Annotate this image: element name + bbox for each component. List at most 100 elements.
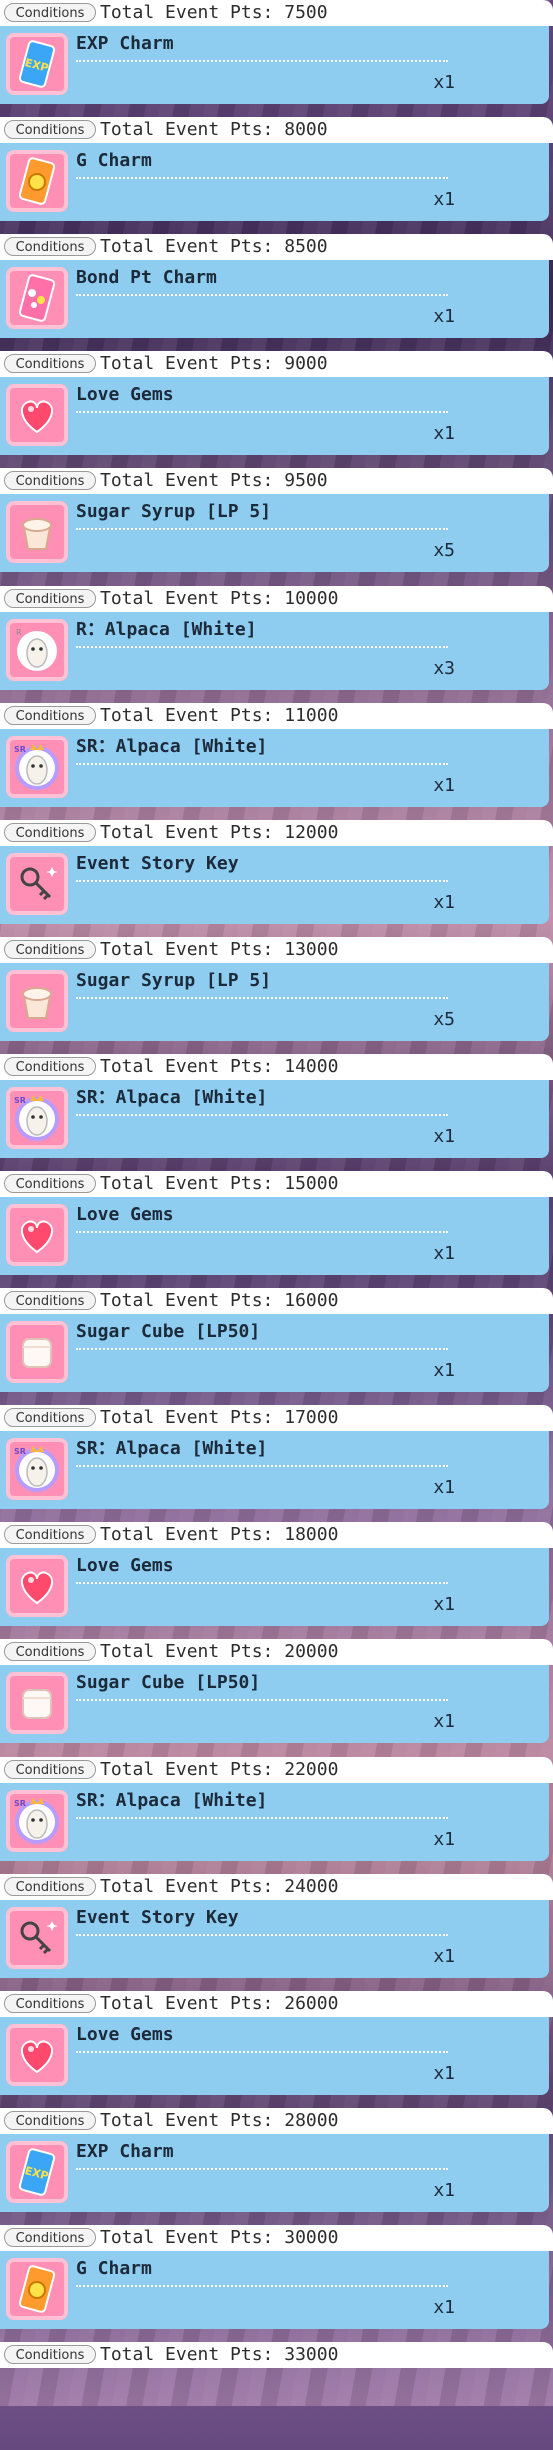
- reward-body: R R：Alpaca [White] x3: [0, 612, 549, 690]
- dotted-divider: [76, 411, 448, 413]
- reward-body: SR SR：Alpaca [White] x1: [0, 1431, 549, 1509]
- reward-quantity: x1: [433, 306, 455, 327]
- conditions-badge: Conditions: [4, 2111, 96, 2130]
- reward-row[interactable]: Conditions Total Event Pts: 10000 R R：Alpac…: [0, 586, 553, 694]
- conditions-badge: Conditions: [4, 120, 96, 139]
- conditions-badge: Conditions: [4, 1057, 96, 1076]
- reward-row[interactable]: Conditions Total Event Pts: 9000 Love Gems…: [0, 351, 553, 459]
- conditions-badge: Conditions: [4, 471, 96, 490]
- reward-item-name: Love Gems: [76, 2024, 174, 2045]
- reward-condition-header: Conditions Total Event Pts: 11000: [0, 703, 553, 729]
- reward-condition-header: Conditions Total Event Pts: 9500: [0, 468, 553, 494]
- reward-row[interactable]: Conditions Total Event Pts: 30000 G Charm x…: [0, 2225, 553, 2333]
- reward-body: EXP EXP Charm x1: [0, 26, 549, 104]
- reward-row[interactable]: Conditions Total Event Pts: 24000 Event St…: [0, 1874, 553, 1982]
- reward-row[interactable]: Conditions Total Event Pts: 9500 Sugar Syr…: [0, 468, 553, 576]
- reward-row[interactable]: Conditions Total Event Pts: 14000 SR SR：Alp…: [0, 1054, 553, 1162]
- reward-body: Sugar Syrup [LP 5] x5: [0, 963, 549, 1041]
- reward-quantity: x1: [433, 1946, 455, 1967]
- dotted-divider: [76, 2168, 448, 2170]
- condition-text: Total Event Pts: 8500: [100, 236, 328, 257]
- svg-text:SR: SR: [14, 1799, 26, 1808]
- conditions-badge: Conditions: [4, 1994, 96, 2013]
- reward-body: Love Gems x1: [0, 377, 549, 455]
- reward-quantity: x1: [433, 72, 455, 93]
- story-key-icon[interactable]: [6, 1907, 68, 1969]
- reward-row[interactable]: Conditions Total Event Pts: 17000 SR SR：Alp…: [0, 1405, 553, 1513]
- sugar-cube-icon[interactable]: [6, 1672, 68, 1734]
- reward-quantity: x1: [433, 2063, 455, 2084]
- g-charm-icon[interactable]: [6, 150, 68, 212]
- reward-body: SR SR：Alpaca [White] x1: [0, 729, 549, 807]
- conditions-badge: Conditions: [4, 823, 96, 842]
- love-gem-icon[interactable]: [6, 1555, 68, 1617]
- reward-condition-header: Conditions Total Event Pts: 24000: [0, 1874, 553, 1900]
- bond-charm-icon[interactable]: [6, 267, 68, 329]
- reward-row[interactable]: Conditions Total Event Pts: 22000 SR SR：Alp…: [0, 1757, 553, 1865]
- alpaca-sr-icon[interactable]: SR: [6, 1790, 68, 1852]
- reward-row[interactable]: Conditions Total Event Pts: 11000 SR SR：Alp…: [0, 703, 553, 811]
- condition-text: Total Event Pts: 28000: [100, 2110, 339, 2131]
- reward-condition-header: Conditions Total Event Pts: 28000: [0, 2108, 553, 2134]
- condition-text: Total Event Pts: 11000: [100, 705, 339, 726]
- condition-text: Total Event Pts: 9500: [100, 470, 328, 491]
- reward-condition-header: Conditions Total Event Pts: 26000: [0, 1991, 553, 2017]
- reward-row[interactable]: Conditions Total Event Pts: 18000 Love Gem…: [0, 1522, 553, 1630]
- reward-body: EXP EXP Charm x1: [0, 2134, 549, 2212]
- reward-row[interactable]: Conditions Total Event Pts: 20000 Sugar Cu…: [0, 1639, 553, 1747]
- reward-quantity: x1: [433, 1594, 455, 1615]
- love-gem-icon[interactable]: [6, 1204, 68, 1266]
- reward-body: Sugar Cube [LP50] x1: [0, 1314, 549, 1392]
- reward-row[interactable]: Conditions Total Event Pts: 26000 Love Gem…: [0, 1991, 553, 2099]
- dotted-divider: [76, 177, 448, 179]
- sugar-syrup-icon[interactable]: [6, 501, 68, 563]
- reward-row[interactable]: Conditions Total Event Pts: 7500 EXP EXP Ch…: [0, 0, 553, 108]
- condition-text: Total Event Pts: 30000: [100, 2227, 339, 2248]
- conditions-badge: Conditions: [4, 1291, 96, 1310]
- g-charm-icon[interactable]: [6, 2258, 68, 2320]
- svg-text:SR: SR: [14, 1447, 26, 1456]
- dotted-divider: [76, 1231, 448, 1233]
- reward-quantity: x1: [433, 892, 455, 913]
- sugar-syrup-icon[interactable]: [6, 970, 68, 1032]
- alpaca-r-icon[interactable]: R: [6, 619, 68, 681]
- reward-quantity: x3: [433, 658, 455, 679]
- reward-body: Love Gems x1: [0, 2017, 549, 2095]
- story-key-icon[interactable]: [6, 853, 68, 915]
- sugar-cube-icon[interactable]: [6, 1321, 68, 1383]
- dotted-divider: [76, 1934, 448, 1936]
- condition-text: Total Event Pts: 8000: [100, 119, 328, 140]
- reward-quantity: x1: [433, 2180, 455, 2201]
- exp-charm-icon[interactable]: EXP: [6, 2141, 68, 2203]
- dotted-divider: [76, 2051, 448, 2053]
- reward-row[interactable]: Conditions Total Event Pts: 15000 Love Gem…: [0, 1171, 553, 1279]
- love-gem-icon[interactable]: [6, 2024, 68, 2086]
- condition-text: Total Event Pts: 10000: [100, 588, 339, 609]
- svg-text:R: R: [16, 628, 22, 637]
- love-gem-icon[interactable]: [6, 384, 68, 446]
- alpaca-sr-icon[interactable]: SR: [6, 736, 68, 798]
- conditions-badge: Conditions: [4, 3, 96, 22]
- dotted-divider: [76, 1465, 448, 1467]
- reward-row[interactable]: Conditions Total Event Pts: 33000: [0, 2342, 553, 2450]
- reward-row[interactable]: Conditions Total Event Pts: 28000 EXP EXP C…: [0, 2108, 553, 2216]
- dotted-divider: [76, 60, 448, 62]
- reward-row[interactable]: Conditions Total Event Pts: 12000 Event St…: [0, 820, 553, 928]
- reward-condition-header: Conditions Total Event Pts: 17000: [0, 1405, 553, 1431]
- dotted-divider: [76, 1699, 448, 1701]
- alpaca-sr-icon[interactable]: SR: [6, 1087, 68, 1149]
- reward-row[interactable]: Conditions Total Event Pts: 16000 Sugar Cu…: [0, 1288, 553, 1396]
- reward-condition-header: Conditions Total Event Pts: 9000: [0, 351, 553, 377]
- reward-condition-header: Conditions Total Event Pts: 30000: [0, 2225, 553, 2251]
- reward-condition-header: Conditions Total Event Pts: 15000: [0, 1171, 553, 1197]
- reward-row[interactable]: Conditions Total Event Pts: 13000 Sugar Sy…: [0, 937, 553, 1045]
- conditions-badge: Conditions: [4, 2345, 96, 2364]
- dotted-divider: [76, 1582, 448, 1584]
- condition-text: Total Event Pts: 24000: [100, 1876, 339, 1897]
- dotted-divider: [76, 528, 448, 530]
- reward-row[interactable]: Conditions Total Event Pts: 8500 Bond Pt C…: [0, 234, 553, 342]
- reward-row[interactable]: Conditions Total Event Pts: 8000 G Charm x1: [0, 117, 553, 225]
- exp-charm-icon[interactable]: EXP: [6, 33, 68, 95]
- reward-quantity: x1: [433, 1126, 455, 1147]
- alpaca-sr-icon[interactable]: SR: [6, 1438, 68, 1500]
